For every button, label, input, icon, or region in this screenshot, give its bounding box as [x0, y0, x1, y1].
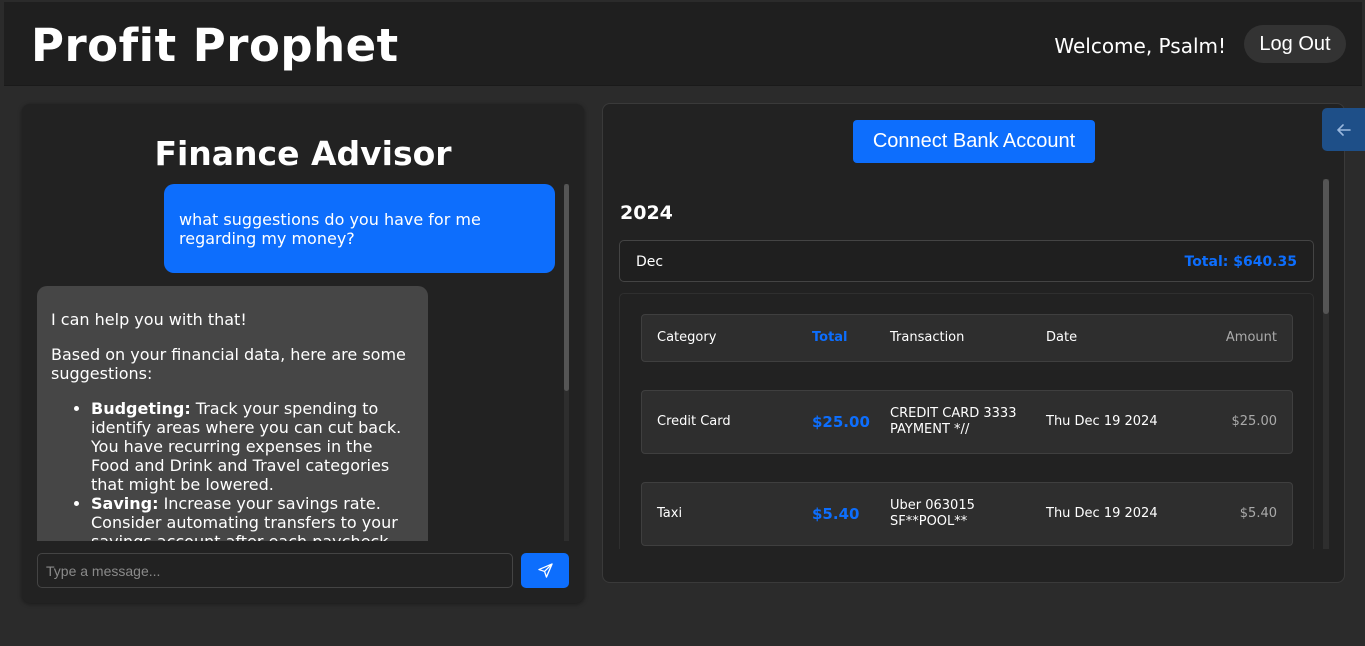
logout-button[interactable]: Log Out	[1244, 25, 1346, 63]
message-input[interactable]	[37, 553, 513, 588]
suggestion-item: Saving: Increase your savings rate. Cons…	[91, 494, 414, 541]
send-button[interactable]	[521, 553, 569, 588]
collapse-panel-button[interactable]	[1322, 108, 1365, 151]
header-category: Category	[657, 330, 717, 345]
year-heading: 2024	[620, 202, 673, 224]
table-row[interactable]: Credit Card $25.00 CREDIT CARD 3333 PAYM…	[641, 390, 1293, 454]
header-total: Total	[812, 330, 848, 345]
chat-title: Finance Advisor	[154, 134, 452, 173]
table-row[interactable]: Taxi $5.40 Uber 063015 SF**POOL** Thu De…	[641, 482, 1293, 546]
row-transaction: Uber 063015 SF**POOL**	[890, 498, 975, 529]
header-date: Date	[1046, 330, 1078, 345]
suggestion-list: Budgeting: Track your spending to identi…	[51, 399, 414, 541]
row-total: $5.40	[812, 505, 860, 523]
bot-message: I can help you with that! Based on your …	[37, 286, 428, 541]
transactions-scroll-area[interactable]: 2024 Dec Total: $640.35 Category Total T…	[603, 179, 1329, 549]
row-transaction: CREDIT CARD 3333 PAYMENT *//	[890, 406, 1017, 437]
suggestion-heading: Saving:	[91, 494, 159, 513]
chat-scrollbar-thumb[interactable]	[564, 184, 569, 391]
transactions-scrollbar[interactable]	[1323, 179, 1329, 549]
bot-message-intro: I can help you with that!	[51, 310, 247, 329]
row-category: Credit Card	[657, 414, 731, 429]
row-amount: $5.40	[1239, 506, 1277, 521]
transactions-scrollbar-thumb[interactable]	[1323, 179, 1329, 314]
bank-panel: Connect Bank Account 2024 Dec Total: $64…	[602, 103, 1345, 583]
row-total: $25.00	[812, 413, 870, 431]
suggestion-heading: Budgeting:	[91, 399, 191, 418]
header-transaction: Transaction	[890, 330, 965, 345]
row-category: Taxi	[657, 506, 683, 521]
suggestion-item: Budgeting: Track your spending to identi…	[91, 399, 414, 494]
transactions-table: Category Total Transaction Date Amount C…	[619, 293, 1314, 549]
row-date: Thu Dec 19 2024	[1046, 506, 1158, 521]
arrow-left-icon	[1336, 123, 1351, 136]
row-date: Thu Dec 19 2024	[1046, 414, 1158, 429]
chat-panel: Finance Advisor what suggestions do you …	[22, 104, 584, 603]
app-title: Profit Prophet	[31, 19, 399, 72]
connect-bank-button[interactable]: Connect Bank Account	[853, 120, 1095, 163]
month-accordion-header[interactable]: Dec Total: $640.35	[619, 240, 1314, 282]
table-header-row: Category Total Transaction Date Amount	[641, 314, 1293, 362]
chat-scrollbar[interactable]	[564, 184, 569, 541]
user-message: what suggestions do you have for me rega…	[164, 184, 555, 273]
row-amount: $25.00	[1231, 414, 1278, 429]
send-icon	[537, 563, 553, 578]
month-name: Dec	[636, 254, 664, 270]
message-list[interactable]: what suggestions do you have for me rega…	[22, 184, 568, 541]
welcome-text: Welcome, Psalm!	[1054, 34, 1226, 58]
header-amount: Amount	[1225, 330, 1277, 345]
month-total: Total: $640.35	[1184, 254, 1298, 270]
bot-message-lead: Based on your financial data, here are s…	[51, 345, 406, 383]
app-header: Profit Prophet Welcome, Psalm! Log Out	[4, 2, 1362, 86]
